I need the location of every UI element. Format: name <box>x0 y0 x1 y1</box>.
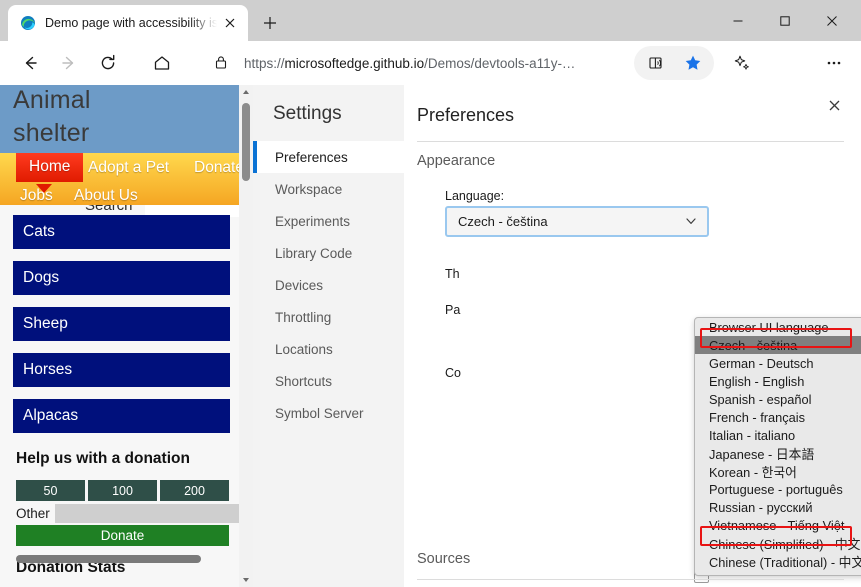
dropdown-option[interactable]: Portuguese - português <box>695 480 861 498</box>
page-title: Preferences <box>417 105 515 125</box>
dropdown-option[interactable]: Browser UI language <box>695 318 861 336</box>
url-text: https://microsoftedge.github.io/Demos/de… <box>244 56 575 71</box>
language-select-value: Czech - čeština <box>458 214 548 229</box>
other-amount-row: Other <box>16 504 239 523</box>
nav-item-donate[interactable]: Donate <box>194 159 244 177</box>
browser-toolbar: https://microsoftedge.github.io/Demos/de… <box>0 41 861 85</box>
scrollbar-thumb[interactable] <box>242 103 250 181</box>
window-close-button[interactable] <box>808 0 855 41</box>
section-heading-sources: Sources <box>417 551 471 567</box>
nav-item-about-us[interactable]: About Us <box>74 187 138 205</box>
scroll-down-arrow-icon[interactable] <box>239 573 253 587</box>
site-title: Animal shelter <box>13 86 91 147</box>
browser-window: Demo page with accessibility issues <box>0 0 861 587</box>
color-format-label-obscured: Co <box>445 366 461 380</box>
animal-button[interactable]: Dogs <box>13 261 230 295</box>
page-vertical-scrollbar[interactable] <box>239 85 253 587</box>
animal-button[interactable]: Sheep <box>13 307 230 341</box>
language-label: Language: <box>445 189 505 203</box>
nav-item-adopt-a-pet[interactable]: Adopt a Pet <box>88 159 169 177</box>
settings-sidebar: Settings Preferences Workspace Experimen… <box>253 85 404 587</box>
home-icon[interactable] <box>146 47 178 79</box>
sidebar-item-devices[interactable]: Devices <box>253 269 404 301</box>
padlock-icon[interactable] <box>214 55 230 71</box>
dropdown-option[interactable]: German - Deutsch <box>695 354 861 372</box>
language-select[interactable]: Czech - čeština <box>445 206 709 237</box>
nav-item-jobs[interactable]: Jobs <box>20 187 53 205</box>
ellipsis-icon[interactable] <box>818 47 850 79</box>
sidebar-item-library-code[interactable]: Library Code <box>253 237 404 269</box>
browser-tab[interactable]: Demo page with accessibility issues <box>8 5 248 41</box>
scroll-up-arrow-icon[interactable] <box>239 85 253 99</box>
tab-close-icon[interactable] <box>217 10 243 36</box>
url-prefix: https:// <box>244 55 285 71</box>
animal-category-list: Cats Dogs Sheep Horses Alpacas <box>0 215 243 445</box>
dropdown-option[interactable]: Japanese - 日本語 <box>695 444 861 462</box>
copilot-sparkle-icon[interactable] <box>726 47 758 79</box>
other-amount-input[interactable] <box>54 504 239 523</box>
sidebar-item-symbol-server[interactable]: Symbol Server <box>253 397 404 429</box>
divider <box>417 579 844 580</box>
nav-item-home[interactable]: Home <box>16 153 84 182</box>
close-icon[interactable] <box>821 92 847 118</box>
sidebar-item-shortcuts[interactable]: Shortcuts <box>253 365 404 397</box>
settings-title: Settings <box>273 103 342 124</box>
animal-button[interactable]: Horses <box>13 353 230 387</box>
amount-button-100[interactable]: 100 <box>88 480 157 501</box>
dropdown-option[interactable]: Chinese (Traditional) - 中文 (繁體) <box>695 552 861 570</box>
dropdown-option-vietnamese[interactable]: Vietnamese - Tiếng Việt <box>695 516 861 534</box>
dropdown-option[interactable]: Spanish - español <box>695 390 861 408</box>
sidebar-item-locations[interactable]: Locations <box>253 333 404 365</box>
other-amount-label: Other <box>16 506 50 521</box>
star-filled-icon[interactable] <box>677 47 709 79</box>
dropdown-option-czech[interactable]: Czech - čeština <box>695 336 861 354</box>
amount-button-50[interactable]: 50 <box>16 480 85 501</box>
page-viewport: Animal shelter Search Home Adopt a Pet D… <box>0 85 253 587</box>
settings-nav-list: Preferences Workspace Experiments Librar… <box>253 141 404 429</box>
forward-arrow-icon <box>53 47 85 79</box>
reload-icon[interactable] <box>92 47 124 79</box>
theme-label-obscured: Th <box>445 267 460 281</box>
sidebar-item-throttling[interactable]: Throttling <box>253 301 404 333</box>
edge-logo-icon <box>20 15 36 31</box>
animal-button[interactable]: Alpacas <box>13 399 230 433</box>
site-nav: Home Adopt a Pet Donate Jobs About Us <box>0 153 244 205</box>
panel-layout-label-obscured: Pa <box>445 303 461 317</box>
divider <box>417 141 844 142</box>
new-tab-button[interactable] <box>256 9 284 37</box>
donate-button[interactable]: Donate <box>16 525 229 546</box>
sidebar-item-preferences[interactable]: Preferences <box>253 141 404 173</box>
chevron-down-icon <box>685 215 697 227</box>
maximize-button[interactable] <box>761 0 808 41</box>
dropdown-option[interactable]: Korean - 한국어 <box>695 462 861 480</box>
dropdown-option[interactable]: Russian - русский <box>695 498 861 516</box>
donation-heading: Help us with a donation <box>16 450 190 467</box>
dropdown-option[interactable]: English - English <box>695 372 861 390</box>
tab-title: Demo page with accessibility issues <box>45 16 217 30</box>
amount-button-200[interactable]: 200 <box>160 480 229 501</box>
horizontal-scrollbar[interactable] <box>16 555 201 563</box>
sidebar-item-workspace[interactable]: Workspace <box>253 173 404 205</box>
dropdown-option[interactable]: Italian - italiano <box>695 426 861 444</box>
url-path: /Demos/devtools-a11y-… <box>424 55 576 71</box>
donation-amount-row: 50 100 200 <box>16 480 229 501</box>
devtools-settings-dialog: Settings Preferences Workspace Experimen… <box>253 85 861 587</box>
dropdown-option[interactable]: Chinese (Simplified) - 中文 (简体) <box>695 534 861 552</box>
dropdown-option[interactable]: French - français <box>695 408 861 426</box>
url-host: microsoftedge.github.io <box>284 55 425 71</box>
language-dropdown-list[interactable]: Browser UI language Czech - čeština Germ… <box>694 317 861 576</box>
read-aloud-icon[interactable] <box>641 47 673 79</box>
section-heading-appearance: Appearance <box>417 153 496 169</box>
title-bar: Demo page with accessibility issues <box>0 0 861 41</box>
address-bar[interactable]: https://microsoftedge.github.io/Demos/de… <box>200 48 626 78</box>
sidebar-item-experiments[interactable]: Experiments <box>253 205 404 237</box>
minimize-button[interactable] <box>714 0 761 41</box>
back-arrow-icon[interactable] <box>14 47 46 79</box>
animal-button[interactable]: Cats <box>13 215 230 249</box>
